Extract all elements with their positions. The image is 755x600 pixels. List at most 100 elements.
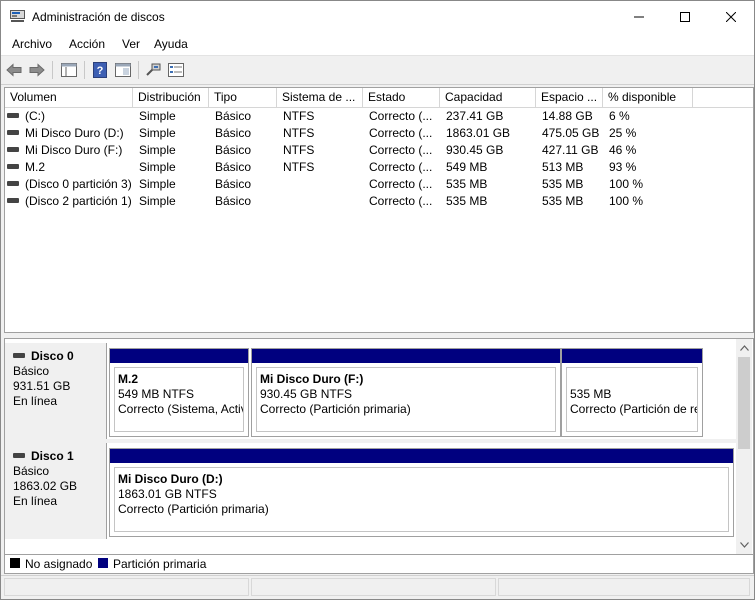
- table-row[interactable]: M.2 Simple Básico NTFS Correcto (... 549…: [5, 159, 753, 176]
- scrollbar-thumb[interactable]: [738, 357, 750, 449]
- disk-1-size: 1863.02 GB: [13, 479, 78, 493]
- legend-unallocated: No asignado: [25, 557, 93, 571]
- cell-espacio: 535 MB: [542, 177, 584, 191]
- cell-estado: Correcto (...: [369, 194, 433, 208]
- toolbar-separator: [84, 61, 85, 79]
- status-segment: [498, 578, 750, 596]
- show-pane-button[interactable]: [114, 61, 132, 79]
- partition-detail: 1863.01 GB NTFS: [118, 487, 217, 501]
- toolbar-separator: [52, 61, 53, 79]
- column-header-estado[interactable]: Estado: [363, 88, 440, 107]
- cell-capacidad: 535 MB: [446, 194, 488, 208]
- column-header-distribucion[interactable]: Distribución: [133, 88, 209, 107]
- disk-management-window: Administración de discos Archivo Acción …: [0, 0, 755, 600]
- partition-f[interactable]: Mi Disco Duro (F:) 930.45 GB NTFS Correc…: [251, 348, 561, 437]
- cell-disponible: 100 %: [609, 194, 644, 208]
- cell-estado: Correcto (...: [369, 109, 433, 123]
- vertical-scrollbar[interactable]: [736, 339, 752, 554]
- cell-volumen: M.2: [25, 160, 46, 174]
- volume-icon: [7, 198, 19, 204]
- column-header-tipo[interactable]: Tipo: [209, 88, 277, 107]
- table-row[interactable]: (Disco 2 partición 1) Simple Básico Corr…: [5, 193, 753, 210]
- partition-recovery[interactable]: 535 MB Correcto (Partición de re: [561, 348, 703, 437]
- volume-icon: [7, 113, 19, 119]
- title-bar: Administración de discos: [1, 1, 754, 33]
- column-header-capacidad[interactable]: Capacidad: [440, 88, 536, 107]
- cell-capacidad: 237.41 GB: [446, 109, 504, 123]
- properties-button[interactable]: [167, 61, 185, 79]
- partition-color-bar: [562, 349, 702, 363]
- back-arrow-icon: [6, 63, 22, 77]
- menu-accion[interactable]: Acción: [69, 37, 105, 51]
- partition-title: M.2: [118, 372, 139, 386]
- partition-title: Mi Disco Duro (F:): [260, 372, 364, 386]
- cell-sistema: NTFS: [283, 109, 315, 123]
- partition-m2[interactable]: M.2 549 MB NTFS Correcto (Sistema, Activ: [109, 348, 249, 437]
- status-segment: [251, 578, 496, 596]
- cell-sistema: [283, 193, 363, 210]
- cell-volumen: Mi Disco Duro (F:): [25, 143, 123, 157]
- partition-d[interactable]: Mi Disco Duro (D:) 1863.01 GB NTFS Corre…: [109, 448, 734, 537]
- partition-status: Correcto (Partición primaria): [260, 402, 411, 416]
- maximize-button[interactable]: [662, 1, 708, 33]
- disk-0-label[interactable]: Disco 0 Básico 931.51 GB En línea: [5, 343, 107, 439]
- partition-status: Correcto (Partición de re: [570, 402, 698, 416]
- volume-icon: [7, 147, 19, 153]
- cell-espacio: 475.05 GB: [542, 126, 600, 140]
- partition-detail: 549 MB NTFS: [118, 387, 195, 401]
- disk-separator: [5, 439, 736, 443]
- cell-volumen: (C:): [25, 109, 45, 123]
- back-button[interactable]: [5, 61, 23, 79]
- column-header-sistema[interactable]: Sistema de ...: [277, 88, 363, 107]
- table-row[interactable]: (C:) Simple Básico NTFS Correcto (... 23…: [5, 108, 753, 125]
- help-button[interactable]: ?: [91, 61, 109, 79]
- connect-icon: [146, 63, 161, 76]
- cell-estado: Correcto (...: [369, 160, 433, 174]
- cell-estado: Correcto (...: [369, 143, 433, 157]
- chevron-up-icon: [739, 345, 749, 351]
- column-header-disponible[interactable]: % disponible: [603, 88, 693, 107]
- volume-icon: [7, 130, 19, 136]
- connect-button[interactable]: [144, 61, 162, 79]
- menu-bar: Archivo Acción Ver Ayuda: [1, 33, 754, 55]
- primary-partition-swatch: [98, 558, 108, 568]
- legend-primary: Partición primaria: [113, 557, 207, 571]
- table-row[interactable]: (Disco 0 partición 3) Simple Básico Corr…: [5, 176, 753, 193]
- disk-0-name: Disco 0: [31, 349, 74, 363]
- partition-status: Correcto (Sistema, Activ: [118, 402, 244, 416]
- scroll-down-button[interactable]: [739, 540, 749, 550]
- cell-distribucion: Simple: [139, 126, 176, 140]
- chevron-down-icon: [739, 542, 749, 548]
- cell-estado: Correcto (...: [369, 126, 433, 140]
- table-row[interactable]: Mi Disco Duro (F:) Simple Básico NTFS Co…: [5, 142, 753, 159]
- column-header-volumen[interactable]: Volumen: [5, 88, 133, 107]
- forward-button[interactable]: [28, 61, 46, 79]
- forward-arrow-icon: [29, 63, 45, 77]
- disk-management-icon: [10, 10, 25, 22]
- disk-1-label[interactable]: Disco 1 Básico 1863.02 GB En línea: [5, 443, 107, 539]
- menu-ver[interactable]: Ver: [122, 37, 140, 51]
- minimize-icon: [634, 16, 644, 18]
- column-header-espacio[interactable]: Espacio ...: [536, 88, 603, 107]
- cell-volumen: (Disco 0 partición 3): [25, 177, 132, 191]
- minimize-button[interactable]: [616, 1, 662, 33]
- volume-icon: [7, 164, 19, 170]
- console-tree-button[interactable]: [60, 61, 78, 79]
- cell-distribucion: Simple: [139, 177, 176, 191]
- console-tree-icon: [61, 63, 77, 77]
- cell-tipo: Básico: [215, 143, 252, 157]
- table-row[interactable]: Mi Disco Duro (D:) Simple Básico NTFS Co…: [5, 125, 753, 142]
- cell-volumen: Mi Disco Duro (D:): [25, 126, 124, 140]
- cell-distribucion: Simple: [139, 160, 176, 174]
- menu-ayuda[interactable]: Ayuda: [154, 37, 188, 51]
- cell-espacio: 427.11 GB: [542, 143, 599, 157]
- disk-0-size: 931.51 GB: [13, 379, 71, 393]
- cell-sistema: NTFS: [283, 160, 315, 174]
- menu-archivo[interactable]: Archivo: [12, 37, 52, 51]
- volume-list-header: Volumen Distribución Tipo Sistema de ...…: [5, 88, 753, 108]
- cell-volumen: (Disco 2 partición 1): [25, 194, 132, 208]
- window-title: Administración de discos: [32, 10, 165, 24]
- close-button[interactable]: [708, 1, 754, 33]
- toolbar-separator: [138, 61, 139, 79]
- scroll-up-button[interactable]: [739, 343, 749, 353]
